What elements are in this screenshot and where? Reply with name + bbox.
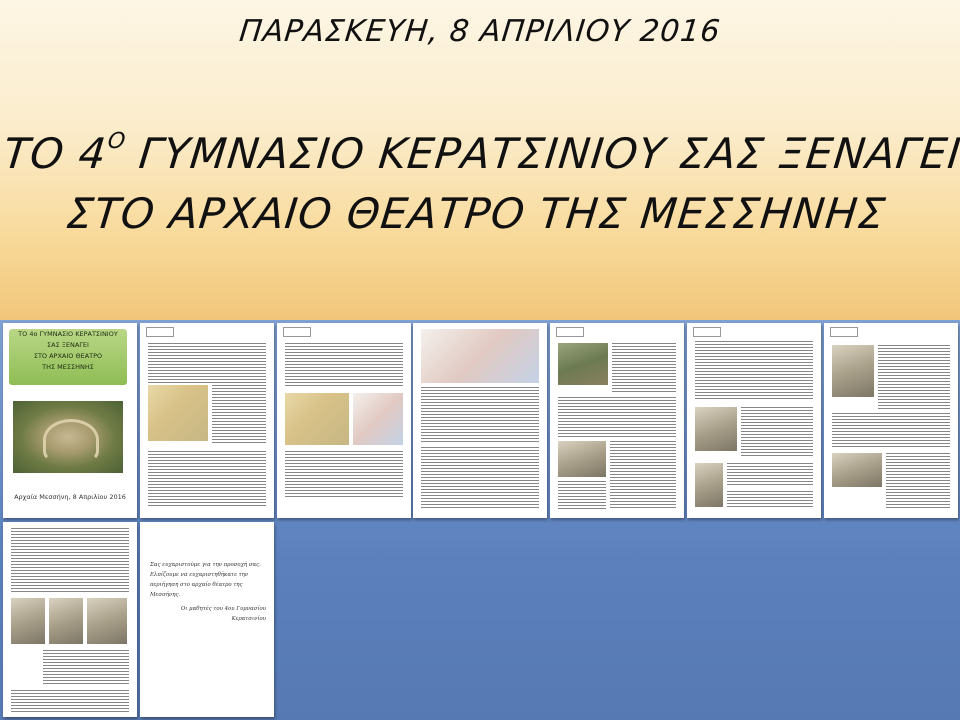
page-header-box xyxy=(556,327,584,337)
text-block xyxy=(558,397,676,437)
statue-photo xyxy=(11,598,45,644)
text-block xyxy=(832,413,950,449)
theatre-photo xyxy=(558,343,608,385)
text-block xyxy=(285,343,403,387)
map-image xyxy=(148,385,208,441)
cover-title-box: ΤΟ 4ο ΓΥΜΝΑΣΙΟ ΚΕΡΑΤΣΙΝΙΟΥ ΣΑΣ ΞΕΝΑΓΕΙ Σ… xyxy=(9,329,127,385)
theatre-aerial-photo xyxy=(13,401,123,473)
closing-quote-text: Σας ευχαριστούμε για την προσοχή σας. Ελ… xyxy=(150,562,261,598)
cover-title-line: ΤΗΣ ΜΕΣΣΗΝΗΣ xyxy=(42,363,94,371)
text-block xyxy=(421,387,539,443)
page-thumbnail-closing[interactable]: Σας ευχαριστούμε για την προσοχή σας. Ελ… xyxy=(140,522,274,717)
text-block xyxy=(610,441,676,509)
text-block xyxy=(43,650,129,686)
page-header-box xyxy=(693,327,721,337)
text-block xyxy=(11,528,129,592)
ruins-photo xyxy=(832,345,874,397)
seats-photo xyxy=(558,441,606,477)
page-thumbnail[interactable] xyxy=(3,522,137,717)
page-thumbnail[interactable] xyxy=(550,323,684,518)
theatre-ruins-photo xyxy=(832,453,882,487)
text-block xyxy=(212,385,266,445)
stage-photo xyxy=(695,407,737,451)
text-block xyxy=(285,451,403,499)
page-thumbnail[interactable] xyxy=(413,323,547,518)
text-block xyxy=(612,343,676,393)
page-header-box xyxy=(830,327,858,337)
page-header-box xyxy=(283,327,311,337)
cover-title-line: ΣΤΟ ΑΡΧΑΙΟ ΘΕΑΤΡΟ xyxy=(33,352,103,360)
statue-photo xyxy=(49,598,83,644)
statue-photo xyxy=(87,598,127,644)
text-block xyxy=(11,690,129,712)
site-plan-image xyxy=(421,329,539,383)
theatre-plan-image xyxy=(353,393,403,445)
text-block xyxy=(741,407,813,457)
map-image xyxy=(285,393,349,445)
closing-quote-signature: Οι μαθητές του 4ου Γυμνασίου Κερατσινίου xyxy=(180,606,266,622)
closing-quote: Σας ευχαριστούμε για την προσοχή σας. Ελ… xyxy=(150,560,266,624)
text-block xyxy=(727,463,813,487)
text-block xyxy=(886,453,950,509)
page-thumbnail[interactable] xyxy=(687,323,821,518)
text-block xyxy=(695,341,813,401)
text-block xyxy=(148,343,266,383)
slide-date: ΠΑΡΑΣΚΕΥΗ, 8 ΑΠΡΙΛΙΟΥ 2016 xyxy=(237,14,723,49)
cover-footer: Αρχαία Μεσσήνη, 8 Απριλίου 2016 xyxy=(14,493,126,501)
slide-title: ΤΟ 4Ο ΓΥΜΝΑΣΙΟ ΚΕΡΑΤΣΙΝΙΟΥ ΣΑΣ ΞΕΝΑΓΕΙ Σ… xyxy=(0,112,960,244)
cover-title-line: ΣΑΣ ΞΕΝΑΓΕΙ xyxy=(47,341,89,349)
text-block xyxy=(148,451,266,507)
text-block xyxy=(421,447,539,509)
page-thumbnail[interactable] xyxy=(824,323,958,518)
text-block xyxy=(727,491,813,509)
cover-title-line: ΤΟ 4ο ΓΥΜΝΑΣΙΟ ΚΕΡΑΤΣΙΝΙΟΥ xyxy=(18,330,118,338)
title-line-1: ΤΟ 4Ο ΓΥΜΝΑΣΙΟ ΚΕΡΑΤΣΙΝΙΟΥ ΣΑΣ ΞΕΝΑΓΕΙ xyxy=(1,129,960,178)
title-line-2: ΣΤΟ ΑΡΧΑΙΟ ΘΕΑΤΡΟ ΤΗΣ ΜΕΣΣΗΝΗΣ xyxy=(64,189,889,238)
text-block xyxy=(558,481,606,509)
page-thumbnail[interactable] xyxy=(140,323,274,518)
page-header-box xyxy=(146,327,174,337)
text-block xyxy=(878,345,950,409)
page-thumbnail-cover[interactable]: ΤΟ 4ο ΓΥΜΝΑΣΙΟ ΚΕΡΑΤΣΙΝΙΟΥ ΣΑΣ ΞΕΝΑΓΕΙ Σ… xyxy=(3,323,137,518)
page-thumbnail[interactable] xyxy=(277,323,411,518)
column-photo xyxy=(695,463,723,507)
